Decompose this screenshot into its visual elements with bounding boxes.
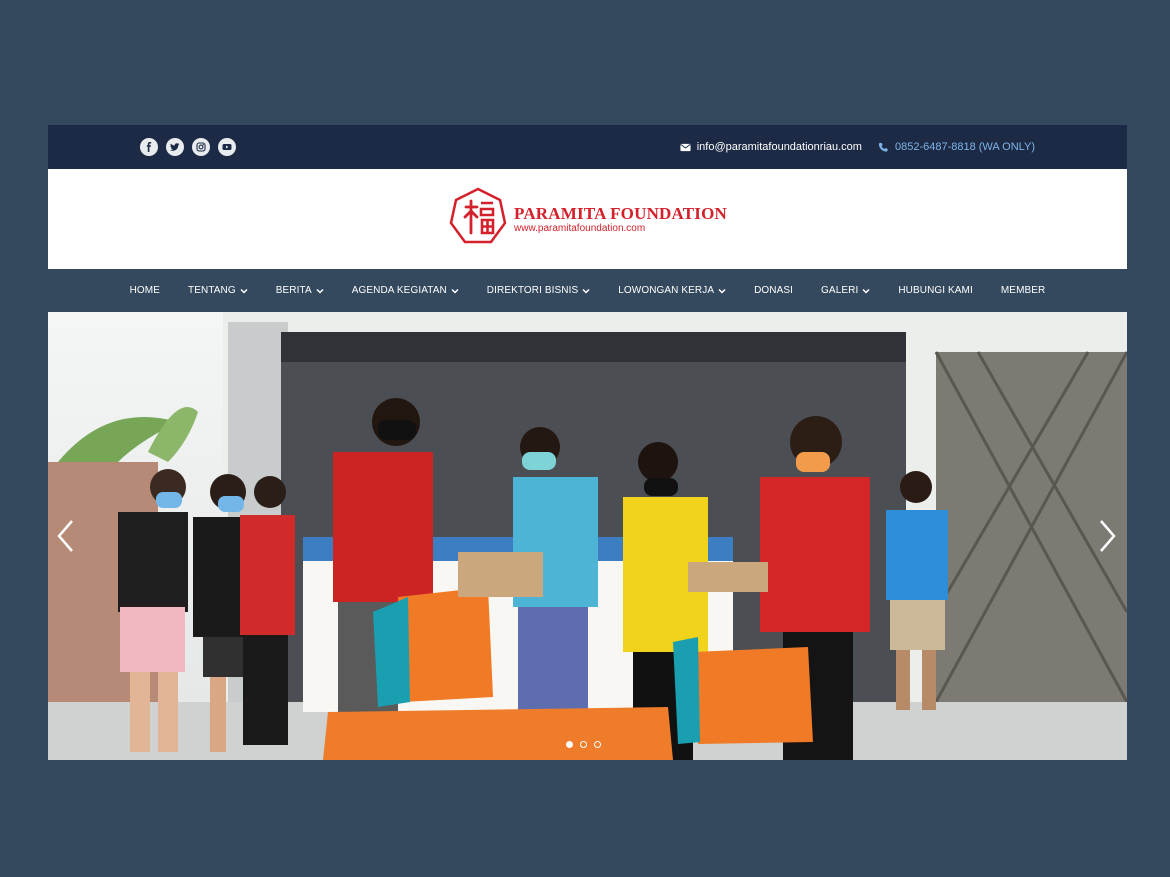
chevron-down-icon — [451, 288, 459, 294]
nav-item-donasi[interactable]: DONASI — [754, 285, 793, 296]
email-text: info@paramitafoundationriau.com — [696, 141, 862, 153]
nav-item-label: BERITA — [275, 285, 312, 296]
slider-dot[interactable] — [566, 741, 573, 748]
email-contact[interactable]: info@paramitafoundationriau.com — [680, 141, 862, 153]
nav-item-label: GALERI — [821, 285, 859, 296]
nav-item-home[interactable]: HOME — [130, 285, 160, 296]
logo-name: PARAMITA FOUNDATION — [514, 203, 727, 223]
nav-item-berita[interactable]: BERITA — [276, 285, 324, 296]
nav-item-label: DONASI — [754, 285, 794, 296]
nav-item-direktori-bisnis[interactable]: DIREKTORI BISNIS — [487, 285, 590, 296]
top-bar: info@paramitafoundationriau.com 0852-648… — [48, 125, 1127, 169]
nav-item-label: LOWONGAN KERJA — [618, 285, 715, 296]
chevron-down-icon — [582, 288, 590, 294]
chevron-down-icon — [316, 288, 324, 294]
main-navigation: HOME TENTANG BERITA AGENDA KEGIATAN DIREKTOR… — [48, 269, 1127, 312]
logo-text: PARAMITA FOUNDATION www.paramitafoundati… — [514, 203, 727, 234]
phone-contact[interactable]: 0852-6487-8818 (WA ONLY) — [878, 141, 1035, 153]
instagram-icon[interactable] — [192, 138, 210, 156]
nav-item-tentang[interactable]: TENTANG — [188, 285, 248, 296]
contact-info: info@paramitafoundationriau.com 0852-648… — [680, 141, 1035, 153]
nav-item-member[interactable]: MEMBER — [1001, 285, 1046, 296]
hero-slider — [48, 312, 1127, 760]
nav-item-galeri[interactable]: GALERI — [821, 285, 870, 296]
hero-slide-image — [48, 312, 1127, 760]
chevron-down-icon — [862, 288, 870, 294]
site-header: PARAMITA FOUNDATION www.paramitafoundati… — [48, 169, 1127, 269]
nav-item-label: AGENDA KEGIATAN — [351, 285, 447, 296]
site-logo[interactable]: PARAMITA FOUNDATION www.paramitafoundati… — [448, 187, 727, 252]
chevron-down-icon — [240, 288, 248, 294]
phone-text: 0852-6487-8818 (WA ONLY) — [894, 141, 1035, 153]
slider-dot[interactable] — [594, 741, 601, 748]
facebook-icon[interactable] — [140, 138, 158, 156]
youtube-icon[interactable] — [218, 138, 236, 156]
nav-item-hubungi-kami[interactable]: HUBUNGI KAMI — [898, 285, 973, 296]
envelope-icon — [680, 143, 691, 151]
slider-dot[interactable] — [580, 741, 587, 748]
nav-item-agenda-kegiatan[interactable]: AGENDA KEGIATAN — [352, 285, 459, 296]
foundation-emblem-icon — [448, 187, 508, 252]
nav-item-label: HUBUNGI KAMI — [898, 285, 973, 296]
social-links — [140, 138, 236, 156]
nav-item-label: DIREKTORI BISNIS — [486, 285, 579, 296]
phone-icon — [878, 142, 888, 152]
slider-pagination — [566, 741, 601, 748]
nav-item-label: MEMBER — [1000, 285, 1046, 296]
chevron-down-icon — [718, 288, 726, 294]
nav-item-label: TENTANG — [188, 285, 236, 296]
nav-item-lowongan-kerja[interactable]: LOWONGAN KERJA — [618, 285, 726, 296]
nav-item-label: HOME — [129, 285, 161, 296]
slider-next-icon[interactable] — [1097, 517, 1119, 555]
twitter-icon[interactable] — [166, 138, 184, 156]
logo-url: www.paramitafoundation.com — [514, 222, 646, 234]
slider-prev-icon[interactable] — [54, 517, 76, 555]
website-frame: info@paramitafoundationriau.com 0852-648… — [48, 125, 1127, 760]
